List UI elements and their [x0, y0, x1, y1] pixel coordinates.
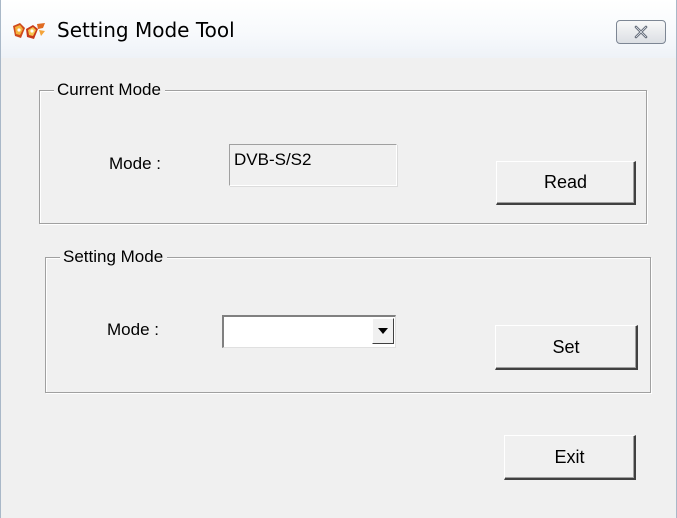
current-mode-group-label: Current Mode [54, 79, 165, 101]
window-title: Setting Mode Tool [57, 18, 235, 42]
dialog-client-area: Current Mode Mode : DVB-S/S2 Read Settin… [1, 58, 676, 518]
dropdown-arrow-button[interactable] [372, 318, 394, 344]
current-mode-label: Mode : [109, 154, 161, 173]
close-button[interactable] [616, 20, 666, 44]
app-logo-icon [13, 23, 45, 39]
chevron-down-icon [378, 328, 388, 334]
app-window: Setting Mode Tool Current Mode Mode : DV… [0, 0, 677, 518]
setting-mode-label: Mode : [107, 320, 159, 339]
setting-mode-group-label: Setting Mode [60, 246, 168, 268]
set-button[interactable]: Set [495, 325, 638, 370]
current-mode-value: DVB-S/S2 [229, 144, 397, 186]
close-icon [634, 25, 648, 39]
exit-button[interactable]: Exit [504, 435, 636, 480]
mode-select-dropdown[interactable] [222, 315, 396, 348]
title-bar[interactable]: Setting Mode Tool [1, 0, 676, 58]
read-button[interactable]: Read [496, 161, 636, 205]
